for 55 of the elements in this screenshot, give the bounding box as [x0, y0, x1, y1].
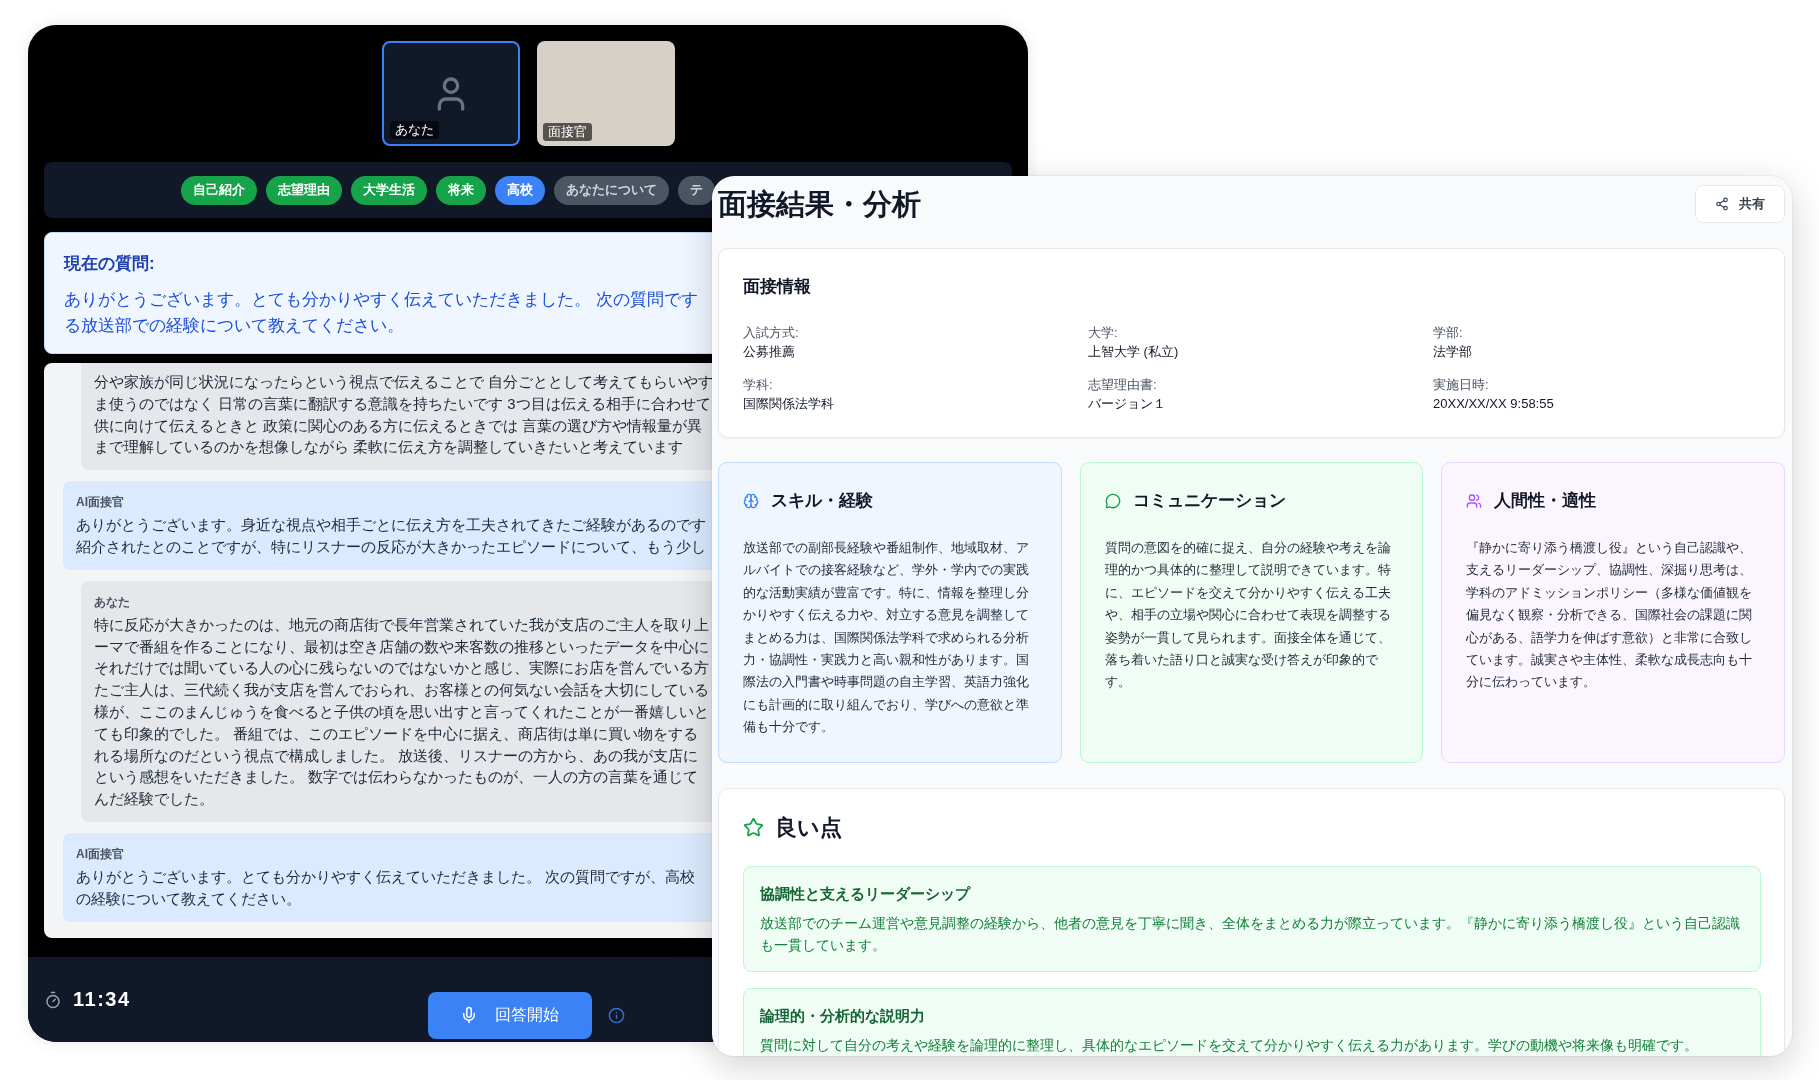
- field-value: 公募推薦: [743, 343, 795, 361]
- card-text: 放送部での副部長経験や番組制作、地域取材、アルバイトでの接客経験など、学外・学内での実践的な活動実績が豊富です。特に、情報を整理し分かりやすく伝える力や、対立する意見を調整してまとめる力は、国際関係法学科で求められる分析力・協調性・実践力と高い親和性があります。国際法の入門書や時事問題の自主学習、英語力強化にも計画的に取り組んでおり、学びへの意欲と準備も十分です。: [743, 539, 1030, 737]
- speech-bubble-icon: [1104, 493, 1121, 509]
- field-value: 20XX/XX/XX 9:58:55: [1433, 395, 1554, 413]
- topic-tab[interactable]: 大学生活: [351, 175, 427, 205]
- field-value: バージョン１: [1088, 395, 1166, 413]
- strength-title: 協調性と支えるリーダーシップ: [760, 883, 970, 904]
- topic-tab[interactable]: 将来: [436, 175, 486, 205]
- field-value: 上智大学 (私立): [1088, 343, 1179, 361]
- answer-button[interactable]: 回答開始: [427, 991, 592, 1039]
- strength-text: 質問に対して自分の考えや経験を論理的に整理し、具体的なエピソードを交えて分かりやすく伝える力があります。学びの動機や将来像も明確です。: [760, 1036, 1699, 1055]
- field-label: 学部:: [1433, 324, 1463, 342]
- strength-text: 放送部でのチーム運営や意見調整の経験から、他者の意見を丁寧に聞き、全体をまとめる力が際立っています。『静かに寄り添う橋渡し役』という自己認識も一貫しています。: [760, 914, 1741, 955]
- question-heading: 現在の質問:: [64, 253, 155, 275]
- card-title: 人間性・適性: [1494, 490, 1597, 512]
- field-label: 入試方式:: [743, 324, 799, 342]
- speaker-label: AI面接官: [76, 494, 124, 511]
- participant-name: 面接官: [542, 123, 592, 141]
- info-icon[interactable]: [607, 1006, 625, 1024]
- section-heading: 面接情報: [743, 276, 811, 298]
- share-icon: [1715, 197, 1729, 211]
- card-title: コミュニケーション: [1132, 490, 1286, 512]
- photo-placeholder[interactable]: 面接官: [536, 41, 675, 146]
- field-label: 学科:: [743, 376, 773, 394]
- topic-tab[interactable]: テ: [678, 175, 715, 205]
- page-title: 面接結果・分析: [718, 187, 921, 222]
- brain-icon: [743, 493, 759, 509]
- video-tile[interactable]: あなた: [381, 41, 520, 146]
- people-icon: [1466, 493, 1483, 509]
- topic-tab[interactable]: 志望理由: [266, 175, 342, 205]
- participant-name: あなた: [389, 121, 439, 139]
- topic-tab[interactable]: 自己紹介: [181, 175, 257, 205]
- message-text: 特に反応が大きかったのは、地元の商店街で長年営業されていた我が支店のご主人を取り上 ーマで番組を作ることになり、最初は空き店舗の数や来客数の推移といったデータを中心に それだけでは聞いている人の心に残らないのではないかと感じ、実際にお店を営んでいる方 たご主人は、三代続く我が支店を営んでおられ、お客様との何気ない会話を大切にしている 様が、ここのまんじゅうを食べると子供の頃を思い出すと言ってくれたことが一番嬉しいと ても印象的でした。 番組では、このエピソードを中心に据え、商店街は単に買い物をする れる場所なのだという視点で構成しました。 放送後、リスナーの方から、あの我が支店に という感想をいただきました。 数字では伝わらなかったものが、一人の方の言葉を通じて んだ経験でした。: [94, 615, 709, 810]
- speaker-label: あなた: [94, 593, 130, 610]
- star-icon: [743, 817, 764, 839]
- message-text: 分や家族が同じ状況になったらという視点で伝えることで 自分ごととして考えてもらいやす ま使うのではなく 日常の言葉に翻訳する意識を持ちたいです 3つ目は伝える相手に合わせて 供に向けて伝えるときと 政策に関心のある方に伝えるときでは 言葉の選び方や情報量が異 まで理解しているのかを想像しながら 柔軟に伝え方を調整していきたいと考えています: [94, 373, 714, 458]
- message-text: ありがとうございます。とても分かりやすく伝えていただきました。 次の質問ですが、高校 の経験について教えてください。: [76, 867, 696, 909]
- share-button[interactable]: 共有: [1695, 185, 1785, 223]
- message-text: ありがとうございます。身近な視点や相手ごとに伝え方を工夫されてきたご経験があるのです 紹介されたとのことですが、特にリスナーの反応が大きかったエピソードについて、もう少し: [76, 516, 706, 557]
- field-label: 大学:: [1088, 324, 1118, 342]
- field-label: 実施日時:: [1433, 376, 1489, 394]
- field-value: 法学部: [1433, 343, 1472, 361]
- timer-text: 11:34: [73, 988, 131, 1011]
- section-heading: 良い点: [775, 813, 842, 842]
- speaker-label: AI面接官: [76, 845, 124, 862]
- card-text: 『静かに寄り添う橋渡し役』という自己認識や、支えるリーダーシップ、協調性、深掘り思考は、学科のアドミッションポリシー（多様な価値観を偏見なく観察・分析できる、国際社会の課題に関心がある、語学力を伸ばす意欲）と非常に合致しています。誠実さや主体性、柔軟な成長志向も十分に伝わっています。: [1466, 539, 1754, 692]
- field-value: 国際関係法学科: [743, 395, 834, 413]
- question-text: ありがとうございます。とても分かりやすく伝えていただきました。 次の質問です る放送部での経験について教えてください。: [64, 289, 698, 336]
- card-text: 質問の意図を的確に捉え、自分の経験や考えを論理的かつ具体的に整理して説明できています。特に、エピソードを交えて分かりやすく伝える工夫や、相手の立場や関心に合わせて表現を調整する姿勢が一貫して見られます。面接全体を通じて、落ち着いた語り口と誠実な受け答えが印象的です。: [1104, 539, 1392, 692]
- strength-title: 論理的・分析的な説明力: [760, 1005, 925, 1026]
- card-title: スキル・経験: [771, 490, 873, 512]
- field-label: 志望理由書:: [1088, 376, 1157, 394]
- topic-tab[interactable]: 高校: [495, 175, 545, 205]
- topic-tab[interactable]: あなたについて: [554, 175, 669, 205]
- stopwatch-icon: [44, 990, 62, 1009]
